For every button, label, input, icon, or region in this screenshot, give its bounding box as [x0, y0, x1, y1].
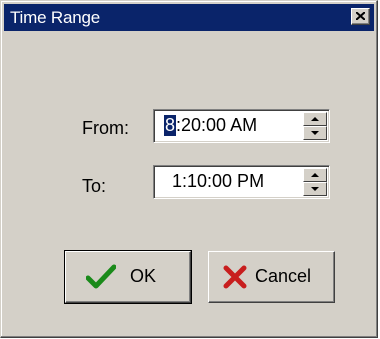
arrow-up-icon [311, 173, 319, 177]
x-icon [223, 265, 247, 289]
title-bar[interactable]: Time Range [4, 4, 374, 31]
close-icon [356, 12, 365, 20]
to-time-spinner[interactable] [303, 168, 327, 196]
to-spin-up-button[interactable] [303, 168, 327, 182]
to-spin-down-button[interactable] [303, 182, 327, 196]
to-time-picker[interactable]: 1:10:00 PM [153, 165, 330, 199]
cancel-button[interactable]: Cancel [208, 251, 335, 303]
window-title: Time Range [10, 8, 100, 27]
ok-label: OK [130, 266, 157, 286]
from-spin-down-button[interactable] [303, 126, 327, 140]
from-label: From: [82, 118, 129, 138]
from-spin-up-button[interactable] [303, 112, 327, 126]
from-time-spinner[interactable] [303, 112, 327, 140]
cancel-label: Cancel [255, 266, 312, 286]
close-button[interactable] [351, 8, 370, 25]
time-range-dialog: Time Range From: 8:20:00 AM To: 1:10:00 … [0, 0, 378, 338]
to-label: To: [82, 176, 107, 196]
from-time-picker[interactable]: 8:20:00 AM [153, 109, 330, 143]
from-hour-segment[interactable]: 8 [164, 115, 177, 136]
from-time-value[interactable]: 8:20:00 AM [164, 115, 257, 136]
from-time-rest: :20:00 AM [176, 115, 258, 135]
checkmark-icon [86, 264, 116, 289]
to-time-value[interactable]: 1:10:00 PM [172, 171, 264, 192]
ok-button[interactable]: OK [64, 250, 192, 304]
arrow-up-icon [311, 117, 319, 121]
arrow-down-icon [311, 131, 319, 135]
arrow-down-icon [311, 187, 319, 191]
